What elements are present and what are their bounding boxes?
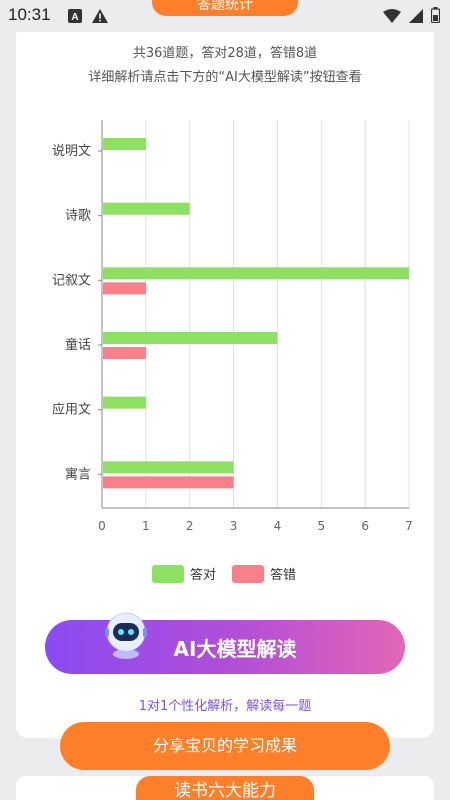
y-category-label: 诗歌 — [65, 209, 91, 224]
bar-wrong — [103, 347, 146, 359]
legend-swatch-wrong — [232, 564, 264, 583]
y-category-label: 童话 — [65, 337, 91, 353]
legend-label-correct: 答对 — [190, 568, 217, 583]
share-button[interactable]: 分享宝贝的学习成果 — [60, 722, 390, 770]
ai-subtext: 1对1个性化解析，解读每一题 — [138, 699, 312, 714]
bar-correct — [103, 267, 409, 280]
svg-text:A: A — [71, 12, 78, 23]
bar-correct — [103, 138, 146, 150]
bar-correct — [103, 461, 234, 474]
y-category-label: 记叙文 — [52, 273, 91, 288]
legend-item-correct: 答对 — [152, 564, 216, 583]
wifi-icon — [383, 8, 401, 27]
ai-interpret-button[interactable]: AI大模型解读 — [45, 620, 405, 674]
x-tick-label: 6 — [361, 519, 369, 533]
bar-correct — [103, 332, 278, 344]
x-tick-label: 4 — [274, 519, 282, 533]
y-category-label: 应用文 — [52, 402, 91, 418]
robot-icon — [104, 610, 148, 660]
status-time: 10:31 — [8, 5, 51, 24]
legend-swatch-correct — [152, 564, 184, 583]
x-tick-label: 2 — [186, 519, 194, 533]
bar-wrong — [103, 476, 234, 489]
bar-wrong — [103, 282, 146, 295]
signal-icon — [409, 8, 423, 27]
ai-interpret-label: AI大模型解读 — [173, 637, 297, 661]
warning-icon — [92, 8, 108, 27]
bar-correct — [103, 202, 190, 215]
chart-legend: 答对 答错 — [0, 564, 450, 586]
bar-correct — [103, 396, 146, 409]
legend-label-wrong: 答错 — [270, 568, 297, 583]
x-tick-label: 3 — [230, 519, 238, 533]
answer-bar-chart: 0 1 2 3 4 5 6 7 说明文诗歌记叙文童话应用文寓言 — [0, 0, 450, 600]
font-a-icon: A — [68, 8, 82, 27]
x-tick-label: 1 — [142, 519, 150, 533]
x-tick-label: 0 — [98, 519, 106, 533]
section-tag-reading-abilities: 读书六大能力 — [136, 776, 314, 800]
x-tick-label: 7 — [405, 519, 413, 533]
chart-svg: 0 1 2 3 4 5 6 7 说明文诗歌记叙文童话应用文寓言 — [52, 120, 413, 533]
battery-icon — [430, 7, 441, 27]
section-tag-answer-stats: 答题统计 — [152, 0, 298, 16]
x-tick-label: 5 — [317, 519, 325, 533]
y-category-label: 寓言 — [65, 466, 91, 482]
y-category-label: 说明文 — [52, 144, 91, 159]
legend-item-wrong: 答错 — [232, 564, 296, 583]
